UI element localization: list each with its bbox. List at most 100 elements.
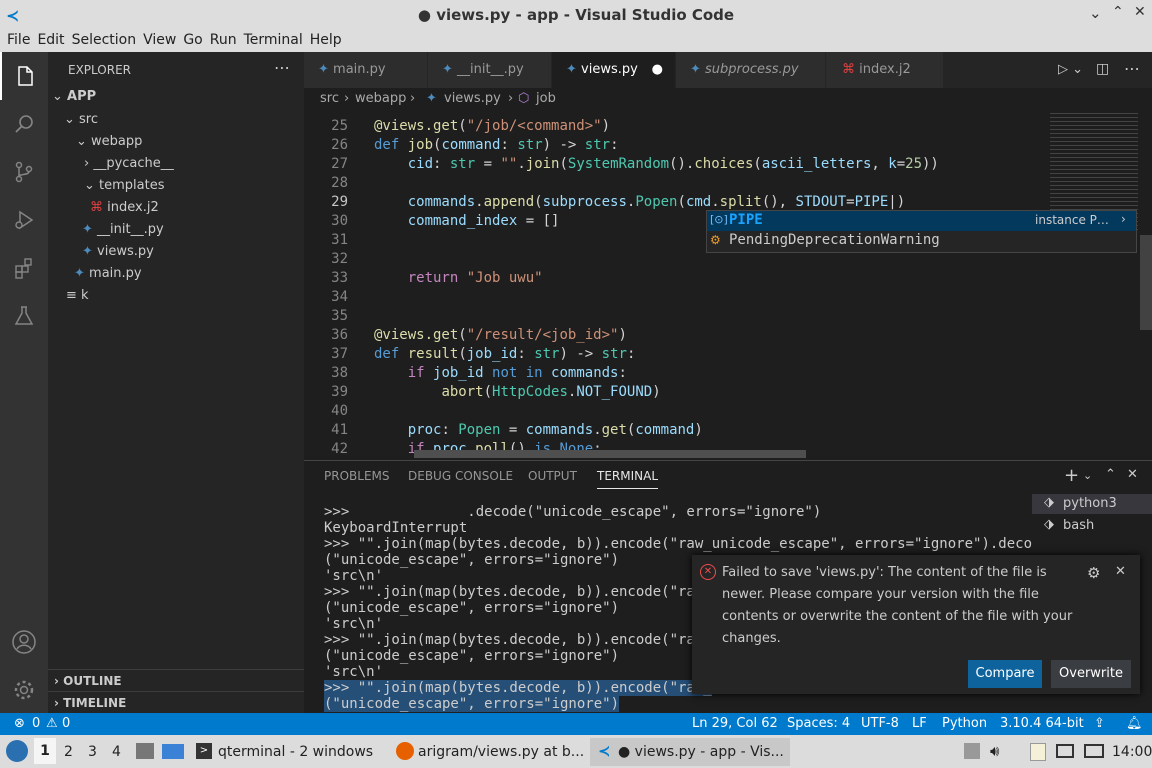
- jinja-file-icon: ⌘: [90, 200, 108, 215]
- volume-icon[interactable]: 🔊︎: [990, 742, 999, 760]
- horizontal-scrollbar[interactable]: [414, 450, 806, 458]
- breadcrumb-webapp[interactable]: webapp: [355, 91, 406, 106]
- source-control-icon[interactable]: [0, 148, 48, 196]
- minimize-icon[interactable]: ⌄: [1089, 4, 1102, 22]
- eject-icon[interactable]: [964, 743, 980, 759]
- terminal-list-item-bash[interactable]: ⬗ bash: [1032, 516, 1152, 536]
- tree-item-k[interactable]: ≡ k: [66, 285, 89, 307]
- menu-run[interactable]: Run: [203, 30, 237, 52]
- menu-edit[interactable]: Edit: [30, 30, 64, 52]
- tree-item-webapp[interactable]: ⌄ webapp: [76, 131, 142, 153]
- close-panel-icon[interactable]: ✕: [1127, 467, 1138, 482]
- close-notification-icon[interactable]: ✕: [1115, 564, 1126, 579]
- menu-selection[interactable]: Selection: [65, 30, 137, 52]
- tab-index-j2[interactable]: ⌘ index.j2: [826, 52, 944, 88]
- editor-more-icon[interactable]: ⋯: [1124, 59, 1140, 78]
- unsaved-dot-icon[interactable]: ●: [652, 52, 663, 88]
- run-file-icon[interactable]: ▷ ⌄: [1058, 62, 1083, 77]
- tree-item-src[interactable]: ⌄ src: [64, 109, 98, 131]
- tree-root-app[interactable]: ⌄ APP: [52, 86, 96, 108]
- show-desktop-icon[interactable]: [162, 744, 184, 759]
- line-ending[interactable]: LF: [912, 716, 927, 731]
- language-mode[interactable]: Python: [942, 716, 987, 731]
- code-editor[interactable]: 25 26 27 28 29 30 31 32 33 34 35 36 37 3…: [304, 110, 1152, 460]
- task-qterminal[interactable]: qterminal - 2 windows: [218, 744, 373, 760]
- notifications-bell-icon[interactable]: 🔔︎: [1126, 716, 1143, 731]
- cursor-position[interactable]: Ln 29, Col 62: [692, 716, 778, 731]
- tab-subprocess-py[interactable]: ✦ subprocess.py: [676, 52, 826, 88]
- autocomplete-widget: [⊙] PIPE instance P… › ⚙ PendingDeprecat…: [706, 210, 1137, 253]
- split-editor-icon[interactable]: ◫: [1096, 61, 1109, 77]
- timeline-section[interactable]: › TIMELINE: [48, 691, 304, 713]
- overwrite-button[interactable]: Overwrite: [1051, 660, 1131, 688]
- task-vscode[interactable]: ● views.py - app - Vis...: [618, 744, 784, 760]
- error-count[interactable]: 0: [32, 716, 40, 731]
- workspace-3[interactable]: 3: [88, 744, 97, 760]
- terminal-list-item-python3[interactable]: ⬗ python3: [1032, 494, 1152, 514]
- tab-terminal[interactable]: TERMINAL: [597, 469, 659, 489]
- run-debug-icon[interactable]: [0, 196, 48, 244]
- maximize-panel-icon[interactable]: ⌃: [1105, 467, 1116, 482]
- menu-help[interactable]: Help: [303, 30, 342, 52]
- menu-view[interactable]: View: [136, 30, 176, 52]
- indentation[interactable]: Spaces: 4: [787, 716, 850, 731]
- error-count-icon[interactable]: ⊗: [14, 716, 25, 731]
- chevron-right-icon[interactable]: ›: [1121, 212, 1126, 226]
- title-bar: ≺ ● views.py - app - Visual Studio Code …: [0, 0, 1152, 30]
- close-window-icon[interactable]: ✕: [1134, 4, 1146, 20]
- feedback-icon[interactable]: ⇪: [1094, 716, 1105, 731]
- tree-item-pycache[interactable]: › __pycache__: [84, 153, 174, 175]
- tab-output[interactable]: OUTPUT: [528, 469, 577, 483]
- breadcrumb-symbol[interactable]: job: [536, 91, 556, 106]
- account-icon[interactable]: [0, 618, 48, 666]
- workspace-4[interactable]: 4: [112, 744, 121, 760]
- chevron-down-icon: ⌄: [84, 178, 100, 193]
- encoding[interactable]: UTF-8: [861, 716, 899, 731]
- testing-flask-icon[interactable]: [0, 292, 48, 340]
- file-manager-icon[interactable]: [136, 743, 154, 759]
- settings-gear-icon[interactable]: [0, 666, 48, 714]
- tab-views-py[interactable]: ✦ views.py ●: [552, 52, 676, 88]
- display-icon[interactable]: [1056, 744, 1074, 758]
- tab-problems[interactable]: PROBLEMS: [324, 469, 390, 483]
- explorer-icon[interactable]: [0, 52, 48, 100]
- tab-main-py[interactable]: ✦ main.py: [304, 52, 428, 88]
- tree-item-views-py[interactable]: ✦ views.py: [82, 241, 154, 263]
- python-interpreter[interactable]: 3.10.4 64-bit: [1000, 716, 1084, 731]
- clock: 14:00: [1112, 744, 1152, 760]
- tab-debug-console[interactable]: DEBUG CONSOLE: [408, 469, 513, 483]
- maximize-icon[interactable]: ⌃: [1112, 4, 1124, 20]
- search-icon[interactable]: [0, 100, 48, 148]
- tree-item-init-py[interactable]: ✦ __init__.py: [82, 219, 164, 241]
- warning-count-icon[interactable]: ⚠: [46, 716, 58, 731]
- tree-item-index-j2[interactable]: ⌘ index.j2: [90, 197, 159, 219]
- editor-scrollbar[interactable]: [1140, 235, 1152, 330]
- compare-button[interactable]: Compare: [968, 660, 1042, 688]
- workspace-2[interactable]: 2: [64, 744, 73, 760]
- gear-icon[interactable]: ⚙: [1087, 564, 1100, 582]
- warning-count[interactable]: 0: [62, 716, 70, 731]
- chevron-down-icon[interactable]: ⌄: [1083, 469, 1092, 482]
- workspace-1[interactable]: 1: [34, 738, 56, 764]
- status-bar: ⊗ 0 ⚠ 0 Ln 29, Col 62 Spaces: 4 UTF-8 LF…: [0, 713, 1152, 735]
- clipboard-icon[interactable]: [1030, 743, 1046, 761]
- suggestion-item[interactable]: ⚙ PendingDeprecationWarning: [707, 231, 1136, 251]
- more-actions-icon[interactable]: ⋯: [274, 57, 290, 79]
- task-firefox[interactable]: arigram/views.py at b...: [418, 744, 584, 760]
- extensions-icon[interactable]: [0, 244, 48, 292]
- tree-item-main-py[interactable]: ✦ main.py: [74, 263, 142, 285]
- suggestion-item-selected[interactable]: [⊙] PIPE instance P… ›: [707, 211, 1136, 231]
- tree-item-templates[interactable]: ⌄ templates: [84, 175, 165, 197]
- tab-init-py[interactable]: ✦ __init__.py: [428, 52, 552, 88]
- new-terminal-icon[interactable]: +: [1064, 465, 1079, 486]
- breadcrumb-src[interactable]: src: [320, 91, 339, 106]
- code-line: return "Job uwu": [407, 270, 543, 286]
- terminal-line: 'src\n': [324, 568, 384, 584]
- outline-section[interactable]: › OUTLINE: [48, 669, 304, 691]
- battery-icon[interactable]: [1084, 744, 1104, 758]
- start-menu-icon[interactable]: [6, 740, 28, 762]
- menu-go[interactable]: Go: [176, 30, 202, 52]
- breadcrumb-file[interactable]: views.py: [444, 91, 501, 106]
- menu-file[interactable]: File: [0, 30, 30, 52]
- menu-terminal[interactable]: Terminal: [237, 30, 303, 52]
